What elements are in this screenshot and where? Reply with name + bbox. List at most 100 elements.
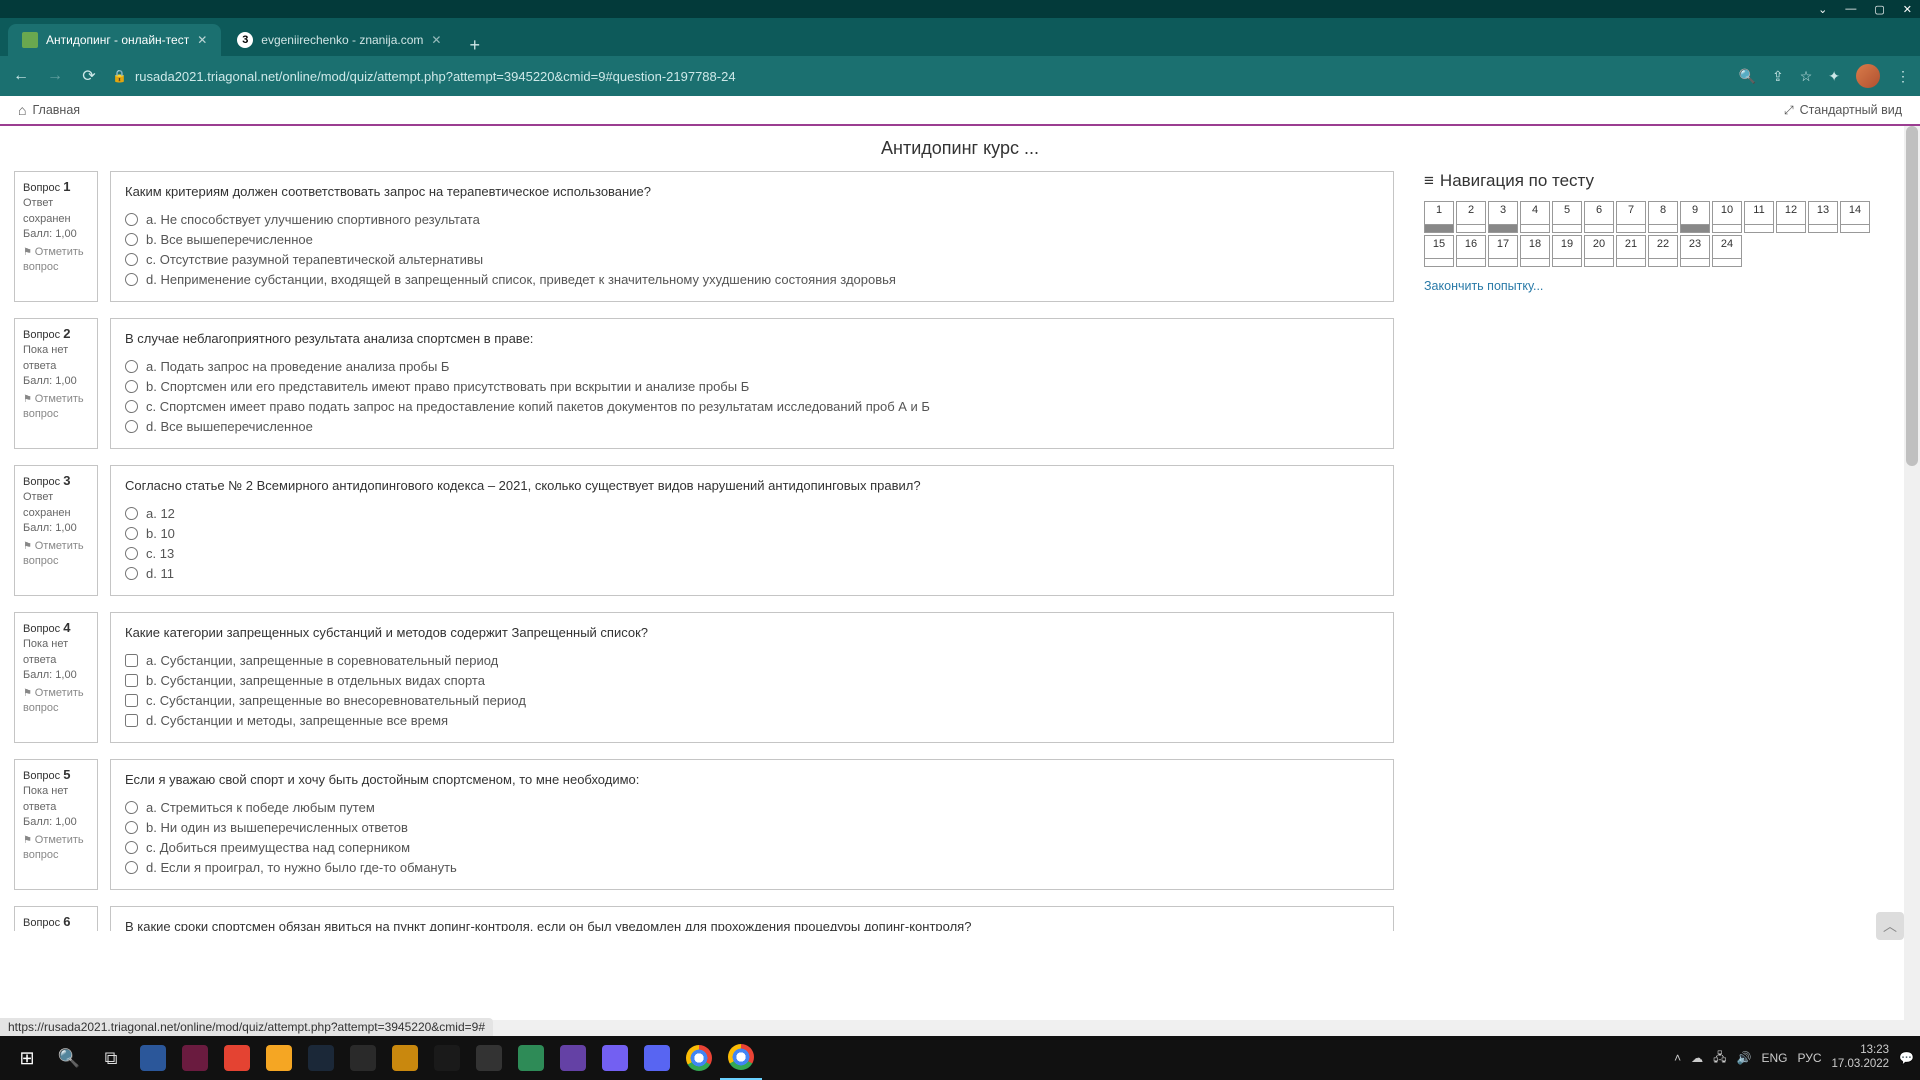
nav-question-12[interactable]: 12 <box>1776 201 1806 233</box>
answer-input[interactable] <box>125 694 138 707</box>
answer-option[interactable]: b. Все вышеперечисленное <box>125 229 1379 249</box>
answer-option[interactable]: b. Спортсмен или его представитель имеют… <box>125 376 1379 396</box>
answer-option[interactable]: c. Отсутствие разумной терапевтической а… <box>125 249 1379 269</box>
answer-option[interactable]: d. Неприменение субстанции, входящей в з… <box>125 269 1379 289</box>
nav-question-20[interactable]: 20 <box>1584 235 1614 267</box>
app-unknown-1[interactable] <box>258 1036 300 1080</box>
app-opera[interactable] <box>426 1036 468 1080</box>
answer-option[interactable]: b. 10 <box>125 523 1379 543</box>
tray-volume-icon[interactable]: 🔊 <box>1736 1051 1751 1065</box>
answer-option[interactable]: d. Субстанции и методы, запрещенные все … <box>125 710 1379 730</box>
tray-network-icon[interactable]: 🖧 <box>1713 1048 1726 1069</box>
nav-question-2[interactable]: 2 <box>1456 201 1486 233</box>
answer-option[interactable]: c. Субстанции, запрещенные во внесоревно… <box>125 690 1379 710</box>
nav-question-7[interactable]: 7 <box>1616 201 1646 233</box>
nav-question-15[interactable]: 15 <box>1424 235 1454 267</box>
answer-option[interactable]: a. Субстанции, запрещенные в соревновате… <box>125 650 1379 670</box>
answer-option[interactable]: a. 12 <box>125 503 1379 523</box>
app-viber[interactable] <box>594 1036 636 1080</box>
app-chrome-active[interactable] <box>720 1036 762 1080</box>
tray-lang-2[interactable]: РУС <box>1797 1051 1821 1065</box>
app-epic[interactable] <box>342 1036 384 1080</box>
nav-question-13[interactable]: 13 <box>1808 201 1838 233</box>
flag-question-link[interactable]: Отметить вопрос <box>23 245 89 276</box>
reload-button[interactable]: ⟳ <box>78 66 100 86</box>
tab-close-icon[interactable]: ✕ <box>197 33 207 47</box>
nav-question-17[interactable]: 17 <box>1488 235 1518 267</box>
minimize-icon[interactable]: — <box>1845 3 1856 15</box>
answer-input[interactable] <box>125 213 138 226</box>
answer-input[interactable] <box>125 567 138 580</box>
home-link[interactable]: Главная <box>18 102 80 118</box>
answer-input[interactable] <box>125 380 138 393</box>
answer-input[interactable] <box>125 527 138 540</box>
answer-option[interactable]: a. Стремиться к победе любым путем <box>125 797 1379 817</box>
scroll-to-top-button[interactable]: ︿ <box>1876 912 1904 940</box>
nav-question-11[interactable]: 11 <box>1744 201 1774 233</box>
profile-avatar[interactable] <box>1856 64 1880 88</box>
answer-input[interactable] <box>125 547 138 560</box>
flag-question-link[interactable]: Отметить вопрос <box>23 686 89 717</box>
bookmark-icon[interactable]: ☆ <box>1800 68 1813 85</box>
answer-input[interactable] <box>125 801 138 814</box>
answer-option[interactable]: a. Не способствует улучшению спортивного… <box>125 209 1379 229</box>
tray-lang-1[interactable]: ENG <box>1761 1051 1787 1065</box>
nav-question-21[interactable]: 21 <box>1616 235 1646 267</box>
nav-question-22[interactable]: 22 <box>1648 235 1678 267</box>
answer-input[interactable] <box>125 674 138 687</box>
vertical-scrollbar[interactable] <box>1904 126 1920 1036</box>
app-steam[interactable] <box>300 1036 342 1080</box>
nav-question-4[interactable]: 4 <box>1520 201 1550 233</box>
finish-attempt-link[interactable]: Закончить попытку... <box>1424 279 1884 293</box>
nav-question-24[interactable]: 24 <box>1712 235 1742 267</box>
answer-input[interactable] <box>125 233 138 246</box>
task-view-button[interactable]: ⧉ <box>90 1036 132 1080</box>
browser-tab-2[interactable]: 3 evgeniirechenko - znanija.com ✕ <box>223 24 455 56</box>
nav-question-8[interactable]: 8 <box>1648 201 1678 233</box>
tray-notifications-icon[interactable]: 💬 <box>1899 1051 1914 1065</box>
answer-option[interactable]: a. Подать запрос на проведение анализа п… <box>125 356 1379 376</box>
close-icon[interactable]: ✕ <box>1903 3 1912 16</box>
answer-input[interactable] <box>125 273 138 286</box>
url-input[interactable]: 🔒 rusada2021.triagonal.net/online/mod/qu… <box>112 69 1727 84</box>
tab-close-icon[interactable]: ✕ <box>431 33 441 47</box>
search-icon[interactable]: 🔍 <box>1739 68 1756 85</box>
nav-question-10[interactable]: 10 <box>1712 201 1742 233</box>
answer-input[interactable] <box>125 507 138 520</box>
answer-input[interactable] <box>125 714 138 727</box>
share-icon[interactable]: ⇪ <box>1772 68 1784 85</box>
app-vivaldi[interactable] <box>174 1036 216 1080</box>
answer-input[interactable] <box>125 841 138 854</box>
nav-question-19[interactable]: 19 <box>1552 235 1582 267</box>
app-media[interactable] <box>468 1036 510 1080</box>
answer-option[interactable]: c. Добиться преимущества над соперником <box>125 837 1379 857</box>
flag-question-link[interactable]: Отметить вопрос <box>23 392 89 423</box>
tray-clock[interactable]: 13:2317.03.2022 <box>1831 1044 1889 1072</box>
answer-input[interactable] <box>125 360 138 373</box>
flag-question-link[interactable]: Отметить вопрос <box>23 833 89 864</box>
nav-question-14[interactable]: 14 <box>1840 201 1870 233</box>
start-button[interactable]: ⊞ <box>6 1036 48 1080</box>
standard-view-link[interactable]: Стандартный вид <box>1784 103 1902 118</box>
browser-tab-1[interactable]: Антидопинг - онлайн-тест ✕ <box>8 24 221 56</box>
answer-input[interactable] <box>125 400 138 413</box>
nav-question-23[interactable]: 23 <box>1680 235 1710 267</box>
menu-icon[interactable]: ⋮ <box>1896 68 1910 85</box>
nav-question-9[interactable]: 9 <box>1680 201 1710 233</box>
back-button[interactable]: ← <box>10 67 32 85</box>
answer-input[interactable] <box>125 861 138 874</box>
maximize-icon[interactable]: ▢ <box>1874 3 1884 16</box>
tray-cloud-icon[interactable]: ☁ <box>1691 1051 1703 1065</box>
nav-question-3[interactable]: 3 <box>1488 201 1518 233</box>
answer-input[interactable] <box>125 253 138 266</box>
answer-option[interactable]: c. Спортсмен имеет право подать запрос н… <box>125 396 1379 416</box>
app-unknown-3[interactable] <box>510 1036 552 1080</box>
answer-option[interactable]: d. Все вышеперечисленное <box>125 416 1379 436</box>
tray-chevron-icon[interactable]: ˄ <box>1674 1051 1681 1065</box>
nav-question-5[interactable]: 5 <box>1552 201 1582 233</box>
answer-option[interactable]: b. Субстанции, запрещенные в отдельных в… <box>125 670 1379 690</box>
answer-option[interactable]: b. Ни один из вышеперечисленных ответов <box>125 817 1379 837</box>
app-unknown-2[interactable] <box>384 1036 426 1080</box>
forward-button[interactable]: → <box>44 67 66 85</box>
answer-option[interactable]: d. 11 <box>125 563 1379 583</box>
